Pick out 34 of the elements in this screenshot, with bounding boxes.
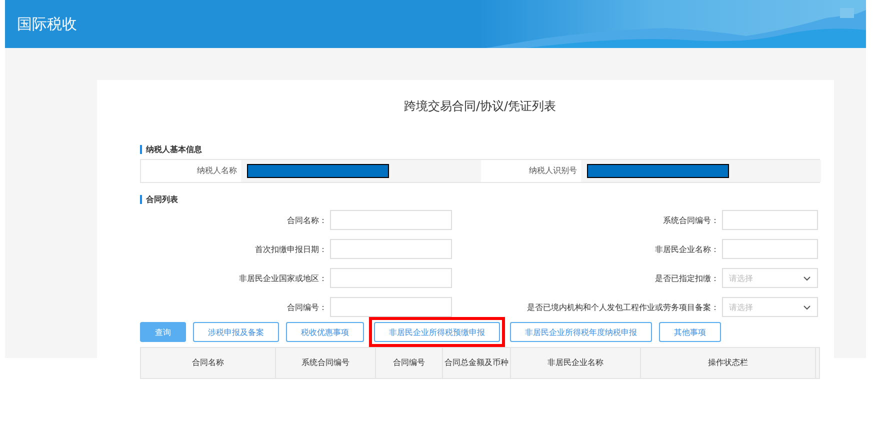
column-header: 操作状态栏 xyxy=(641,348,816,378)
action-button[interactable]: 查询 xyxy=(140,322,186,342)
input-field[interactable] xyxy=(722,210,818,230)
action-button[interactable]: 其他事项 xyxy=(659,322,721,342)
action-button[interactable]: 税收优惠事项 xyxy=(286,322,364,342)
column-header: 合同总金额及币种 xyxy=(443,348,511,378)
select-field[interactable]: 请选择 xyxy=(722,297,818,317)
action-button[interactable]: 非居民企业所得税预缴申报 xyxy=(374,322,500,342)
input-field[interactable] xyxy=(330,210,452,230)
chevron-down-icon xyxy=(803,304,811,310)
input-field[interactable] xyxy=(330,239,452,259)
action-button[interactable]: 非居民企业所得税年度纳税申报 xyxy=(510,322,652,342)
chevron-down-icon xyxy=(803,276,811,280)
section-title: 合同列表 xyxy=(140,195,820,204)
field-label: 首次扣缴申报日期： xyxy=(254,244,328,254)
field-label: 系统合同编号： xyxy=(662,214,720,226)
action-button[interactable]: 涉税申报及备案 xyxy=(193,322,279,342)
field-label: 是否已境内机构和个人发包工程作业或劳务项目备案： xyxy=(526,302,720,312)
field-label: 非居民企业国家或地区： xyxy=(238,272,328,284)
app-title: 国际税收 xyxy=(17,14,77,34)
column-header: 非居民企业名称 xyxy=(511,348,641,378)
page-title: 跨境交易合同/协议/凭证列表 xyxy=(402,98,558,115)
select-field[interactable]: 请选择 xyxy=(722,268,818,288)
input-field[interactable] xyxy=(722,239,818,259)
column-header: 合同编号 xyxy=(376,348,443,378)
section-title: 纳税人基本信息 xyxy=(140,145,820,154)
field-label: 合同编号： xyxy=(286,302,328,312)
field-label: 是否已指定扣缴： xyxy=(654,272,720,284)
column-header: 合同名称 xyxy=(141,348,276,378)
field-label: 非居民企业名称： xyxy=(654,244,720,254)
column-header: 系统合同编号 xyxy=(276,348,376,378)
input-field[interactable] xyxy=(330,297,452,317)
input-field[interactable] xyxy=(330,268,452,288)
field-label: 合同名称： xyxy=(286,214,328,226)
